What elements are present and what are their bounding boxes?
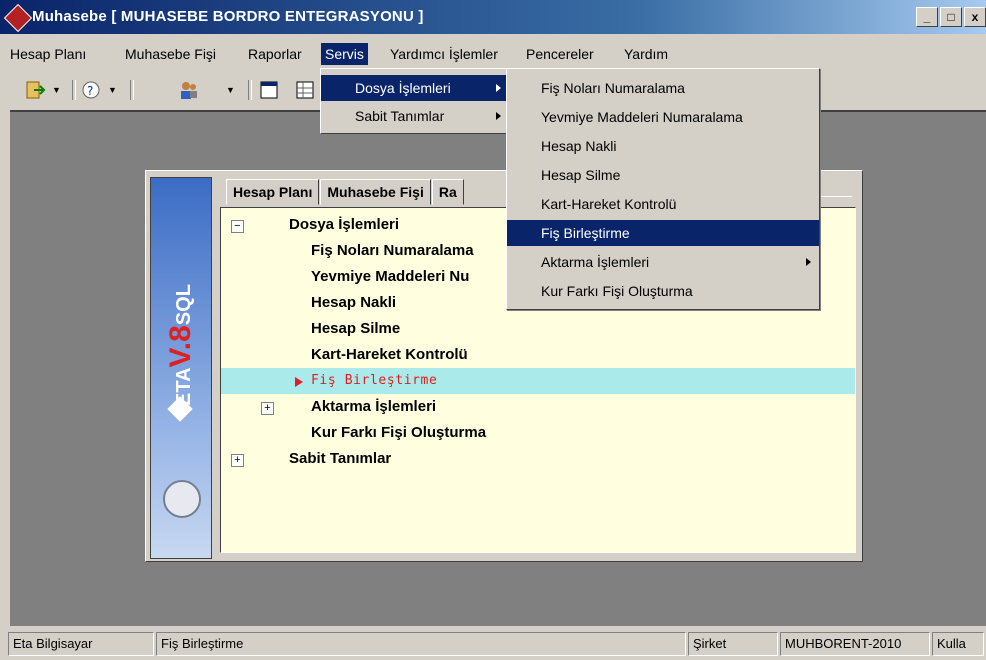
menu-item-label: Yevmiye Maddeleri Numaralama	[541, 109, 743, 125]
eta-logo-panel: ETAV.8SQL	[150, 177, 212, 559]
menu-pencereler[interactable]: Pencereler	[522, 43, 598, 65]
app-logo-icon	[3, 3, 33, 33]
clock-icon	[163, 480, 201, 518]
close-button[interactable]: x	[964, 7, 986, 27]
menu-item-hesap-silme[interactable]: Hesap Silme	[507, 162, 819, 188]
expand-toggle-icon[interactable]: +	[231, 454, 244, 467]
grid-button[interactable]	[294, 79, 316, 101]
exit-icon	[26, 81, 46, 99]
toolbar-separator	[130, 80, 134, 100]
grid-icon	[296, 81, 314, 99]
menu-item-kart-hareket[interactable]: Kart-Hareket Kontrolü	[507, 191, 819, 217]
tree-label: Fiş Birleştirme	[311, 373, 438, 388]
exit-dropdown-icon[interactable]: ▼	[52, 85, 61, 95]
toolbar-separator	[72, 80, 76, 100]
status-company: Eta Bilgisayar	[8, 632, 154, 656]
exit-button[interactable]	[24, 79, 46, 101]
menu-item-label: Kur Farkı Fişi Oluşturma	[541, 283, 693, 299]
tree-label: Kur Farkı Fişi Oluşturma	[311, 424, 487, 441]
menu-item-sabit-tanimlar[interactable]: Sabit Tanımlar	[321, 103, 509, 129]
status-sirket-label: Şirket	[688, 632, 778, 656]
status-company-code: MUHBORENT-2010	[780, 632, 930, 656]
tab-strip: Hesap Planı Muhasebe Fişi Ra	[226, 179, 465, 205]
menu-item-label: Fiş Noları Numaralama	[541, 80, 685, 96]
submenu-arrow-icon	[496, 84, 501, 92]
menu-item-fis-nolari[interactable]: Fiş Noları Numaralama	[507, 75, 819, 101]
menu-raporlar[interactable]: Raporlar	[244, 43, 306, 65]
collapse-toggle-icon[interactable]: −	[231, 220, 244, 233]
servis-menu: Dosya İşlemleri Sabit Tanımlar	[320, 68, 510, 134]
tree-label: Kart-Hareket Kontrolü	[311, 346, 468, 363]
menu-item-label: Aktarma İşlemleri	[541, 254, 650, 270]
maximize-button[interactable]: □	[940, 7, 962, 27]
menu-item-yevmiye[interactable]: Yevmiye Maddeleri Numaralama	[507, 104, 819, 130]
users-icon	[181, 82, 197, 99]
toolbar-separator	[248, 80, 252, 100]
help-button[interactable]: ?	[80, 79, 102, 101]
menu-item-label: Kart-Hareket Kontrolü	[541, 196, 677, 212]
minimize-button[interactable]: _	[916, 7, 938, 27]
status-user: Kulla	[932, 632, 984, 656]
menu-item-kur-farki[interactable]: Kur Farkı Fişi Oluşturma	[507, 278, 819, 304]
menu-yardimci-islemler[interactable]: Yardımcı İşlemler	[386, 43, 502, 65]
tree-label: Hesap Silme	[311, 320, 401, 337]
tree-label: Sabit Tanımlar	[289, 450, 392, 467]
title-bar: Muhasebe [ MUHASEBE BORDRO ENTEGRASYONU …	[0, 0, 986, 34]
eta-logo-text: ETAV.8SQL	[164, 284, 197, 406]
tree-node-kart-hareket[interactable]: Kart-Hareket Kontrolü	[221, 342, 855, 368]
menu-item-fis-birlestirme[interactable]: Fiş Birleştirme	[507, 220, 819, 246]
menu-item-aktarma-islemleri[interactable]: Aktarma İşlemleri	[507, 249, 819, 275]
menu-item-label: Sabit Tanımlar	[355, 108, 445, 124]
svg-text:?: ?	[87, 84, 93, 98]
window-icon	[260, 81, 278, 99]
menu-bar: Hesap Planı Muhasebe Fişi Raporlar Servi…	[0, 40, 986, 66]
window-title: Muhasebe [ MUHASEBE BORDRO ENTEGRASYONU …	[32, 8, 424, 25]
expand-toggle-icon[interactable]: +	[261, 402, 274, 415]
menu-hesap-plani[interactable]: Hesap Planı	[6, 43, 90, 65]
selected-arrow-icon	[295, 377, 303, 387]
tab-hesap-plani[interactable]: Hesap Planı	[226, 179, 320, 205]
menu-yardim[interactable]: Yardım	[620, 43, 672, 65]
menu-servis[interactable]: Servis	[321, 43, 368, 65]
users-dropdown-icon[interactable]: ▼	[226, 85, 235, 95]
status-current-operation: Fiş Birleştirme	[156, 632, 686, 656]
tree-node-hesap-silme[interactable]: Hesap Silme	[221, 316, 855, 342]
tree-label: Yevmiye Maddeleri Nu	[311, 268, 470, 285]
tree-label: Fiş Noları Numaralama	[311, 242, 474, 259]
menu-item-hesap-nakli[interactable]: Hesap Nakli	[507, 133, 819, 159]
window-controls: _ □ x	[916, 7, 986, 27]
menu-item-label: Hesap Silme	[541, 167, 621, 183]
users-button[interactable]	[178, 79, 200, 101]
window-button[interactable]	[258, 79, 280, 101]
tree-label: Hesap Nakli	[311, 294, 397, 311]
tab-raporlar[interactable]: Ra	[431, 179, 464, 205]
menu-item-label: Fiş Birleştirme	[541, 225, 630, 241]
tree-node-aktarma-islemleri[interactable]: + Aktarma İşlemleri	[221, 394, 855, 420]
tree-label: Aktarma İşlemleri	[311, 398, 437, 415]
tree-node-sabit-tanimlar[interactable]: + Sabit Tanımlar	[221, 446, 855, 472]
tree-label: Dosya İşlemleri	[289, 216, 400, 233]
tree-node-kur-farki[interactable]: Kur Farkı Fişi Oluşturma	[221, 420, 855, 446]
tab-muhasebe-fisi[interactable]: Muhasebe Fişi	[320, 179, 431, 205]
help-dropdown-icon[interactable]: ▼	[108, 85, 117, 95]
dosya-islemleri-submenu: Fiş Noları Numaralama Yevmiye Maddeleri …	[506, 68, 820, 310]
status-bar: Eta Bilgisayar Fiş Birleştirme Şirket MU…	[0, 628, 986, 660]
submenu-arrow-icon	[496, 112, 501, 120]
help-icon: ?	[82, 81, 100, 99]
tree-node-fis-birlestirme[interactable]: Fiş Birleştirme	[221, 368, 855, 394]
menu-muhasebe-fisi[interactable]: Muhasebe Fişi	[121, 43, 220, 65]
menu-item-dosya-islemleri[interactable]: Dosya İşlemleri	[321, 75, 509, 101]
menu-item-label: Dosya İşlemleri	[355, 80, 451, 96]
submenu-arrow-icon	[806, 258, 811, 266]
menu-item-label: Hesap Nakli	[541, 138, 617, 154]
